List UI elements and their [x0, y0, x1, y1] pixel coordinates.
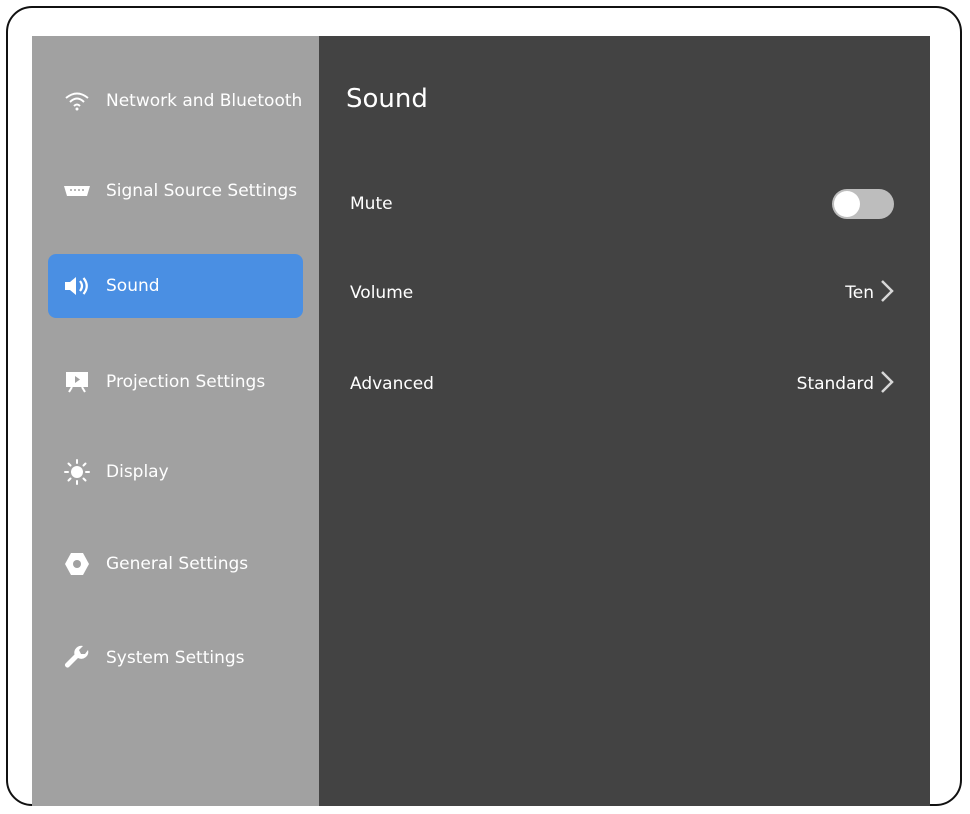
mute-toggle[interactable]: [832, 189, 894, 219]
chevron-right-icon: [880, 370, 894, 399]
sidebar-item-label: System Settings: [106, 648, 245, 668]
input-port-icon: [62, 180, 92, 202]
advanced-label: Advanced: [350, 374, 434, 394]
sound-settings-panel: Sound Mute Volume Ten Advanced Standard: [319, 36, 930, 806]
sidebar-item-label: Projection Settings: [106, 372, 266, 392]
sidebar-item-signal-source[interactable]: Signal Source Settings: [48, 159, 303, 223]
advanced-value: Standard: [796, 374, 874, 394]
settings-screen: Network and Bluetooth Signal Source Sett…: [32, 36, 930, 806]
page-title: Sound: [346, 84, 428, 114]
wrench-icon: [62, 645, 92, 669]
sidebar-item-system[interactable]: System Settings: [48, 626, 303, 690]
sidebar-item-label: Display: [106, 462, 169, 482]
sidebar-item-label: General Settings: [106, 554, 249, 574]
sidebar: Network and Bluetooth Signal Source Sett…: [32, 36, 319, 806]
advanced-row[interactable]: Advanced Standard: [350, 366, 894, 402]
toggle-knob: [834, 191, 860, 217]
speaker-icon: [62, 275, 92, 297]
device-frame: Network and Bluetooth Signal Source Sett…: [6, 6, 962, 806]
wifi-icon: [62, 90, 92, 112]
sidebar-item-display[interactable]: Display: [48, 440, 303, 504]
general-settings-icon: [62, 553, 92, 575]
mute-row[interactable]: Mute: [350, 186, 894, 222]
volume-label: Volume: [350, 283, 414, 303]
sidebar-item-label: Network and Bluetooth: [106, 91, 303, 111]
brightness-icon: [62, 459, 92, 485]
sidebar-item-label: Signal Source Settings: [106, 181, 298, 201]
mute-label: Mute: [350, 194, 393, 214]
volume-value: Ten: [845, 283, 874, 303]
sidebar-item-network-bluetooth[interactable]: Network and Bluetooth: [48, 69, 303, 133]
sidebar-item-label: Sound: [106, 276, 160, 296]
chevron-right-icon: [880, 279, 894, 308]
volume-row[interactable]: Volume Ten: [350, 275, 894, 311]
sidebar-item-general[interactable]: General Settings: [48, 532, 303, 596]
projection-icon: [62, 371, 92, 393]
sidebar-item-projection[interactable]: Projection Settings: [48, 350, 303, 414]
sidebar-item-sound[interactable]: Sound: [48, 254, 303, 318]
